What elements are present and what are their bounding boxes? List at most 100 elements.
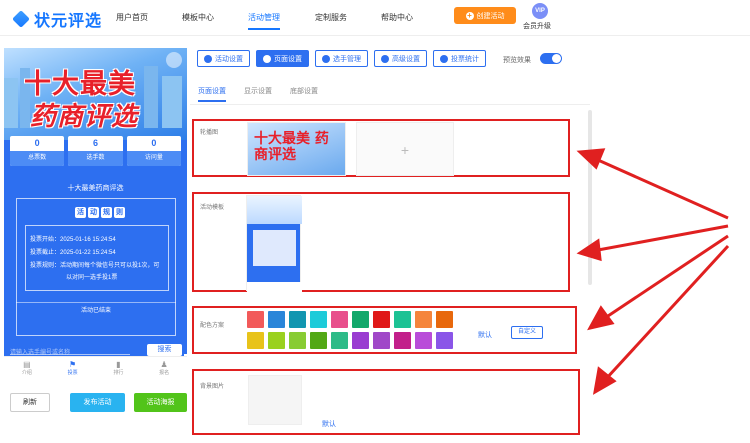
preview-search-bar: 请输入选手编号或名称 搜索 [4,344,184,356]
stats-row: 0 总票数 6 选手数 0 访问量 [10,136,181,166]
rule-vote-start: 投票开始：2025-01-16 15:24:54 [30,237,116,243]
create-activity-label: 创建活动 [476,12,505,20]
background-image-placeholder[interactable] [248,375,302,425]
color-swatch[interactable] [247,311,264,328]
nav-help-center[interactable]: 帮助中心 [381,12,413,23]
tab-label: 投票 [67,370,78,376]
background-image-label: 背景图片 [200,384,225,390]
color-swatch[interactable] [394,311,411,328]
divider [190,104,590,105]
sliders-icon [381,54,389,63]
default-color-link[interactable]: 默认 [478,330,492,340]
color-swatch[interactable] [310,311,327,328]
tab-vote[interactable]: ⚑ 投票 [50,357,96,378]
color-swatch[interactable] [331,311,348,328]
poster-button[interactable]: 活动海报 [134,393,187,412]
rules-heading-char: 动 [88,207,99,218]
bar-chart-icon [440,54,448,63]
template-tabbar [247,282,302,292]
color-scheme-label: 配色方案 [200,323,225,329]
color-swatch[interactable] [331,332,348,349]
rule-vote-rule: 投票规则：活动期间每个微信号只可以投1次，可 [30,263,160,269]
color-swatch[interactable] [289,311,306,328]
color-swatch[interactable] [247,332,264,349]
nav-user-home[interactable]: 用户首页 [116,12,148,23]
color-swatch[interactable] [352,332,369,349]
tab-signup[interactable]: ♟ 报名 [141,357,187,378]
tab-ranking[interactable]: ▮ 排行 [96,357,142,378]
tab-label: 活动设置 [215,55,243,63]
tab-contestant-management[interactable]: 选手管理 [315,50,368,67]
vip-icon[interactable]: VIP [532,3,548,19]
vip-upgrade-label[interactable]: 会员升级 [523,21,551,31]
color-swatch[interactable] [373,332,390,349]
rule-vote-rule-cont: 以对同一选手投1票 [66,275,118,281]
banner-title-line2: 药商评选 [30,102,139,132]
color-swatch[interactable] [352,311,369,328]
subtab-page-settings[interactable]: 页面设置 [198,86,226,96]
nav-custom-service[interactable]: 定制服务 [315,12,347,23]
nav-template-center[interactable]: 模板中心 [182,12,214,23]
background-image-section: 背景图片 默认 [192,369,580,435]
preview-banner: 十大最美 药商评选 [4,48,187,140]
preview-actions: 刷新 发布活动 活动海报 [4,393,187,413]
logo[interactable]: 状元评选 [12,7,102,31]
custom-color-button[interactable]: 自定义 [511,326,543,339]
subtab-active-indicator [198,100,226,102]
color-swatch[interactable] [415,311,432,328]
gear-icon [204,54,212,63]
preview-effect-toggle[interactable] [540,53,562,64]
tab-label: 高级设置 [392,55,420,63]
create-activity-button[interactable]: + 创建活动 [454,7,516,24]
top-navbar: 状元评选 用户首页 模板中心 活动管理 定制服务 帮助中心 + 创建活动 VIP… [0,0,750,36]
carousel-image[interactable]: 十大最美 药商评选 [247,122,346,176]
rule-vote-end: 投票截止：2025-01-22 15:24:54 [30,250,116,256]
tab-label: 介绍 [21,370,32,376]
search-input[interactable]: 请输入选手编号或名称 [10,347,130,356]
color-swatch[interactable] [268,311,285,328]
publish-button[interactable]: 发布活动 [70,393,125,412]
stat-label: 选手数 [68,151,123,166]
template-section: 活动模板 [192,192,570,292]
scrollbar[interactable] [588,110,592,285]
color-swatch[interactable] [436,311,453,328]
stat-value: 0 [151,138,157,148]
nav-active-indicator [248,28,280,30]
search-button[interactable]: 搜索 [147,344,182,356]
tab-intro[interactable]: ▤ 介绍 [4,357,50,378]
template-label: 活动模板 [200,205,225,211]
add-carousel-image-button[interactable]: + [356,122,454,176]
activity-ended-status: 活动已结束 [16,302,176,318]
tab-label: 报名 [159,370,170,376]
color-swatch[interactable] [310,332,327,349]
tab-advanced-settings[interactable]: 高级设置 [374,50,427,67]
refresh-button[interactable]: 刷新 [10,393,50,412]
background-default-link[interactable]: 默认 [322,419,336,429]
bar-chart-icon: ▮ [116,360,121,369]
tab-page-settings[interactable]: 页面设置 [256,50,309,67]
stat-visits: 0 访问量 [126,136,181,166]
tab-vote-statistics[interactable]: 投票统计 [433,50,486,67]
template-thumbnail[interactable] [246,195,302,292]
logo-icon [12,10,30,28]
toggle-knob [552,54,561,63]
color-swatch[interactable] [268,332,285,349]
rules-content: 投票开始：2025-01-16 15:24:54 投票截止：2025-01-22… [25,225,169,291]
tab-label: 页面设置 [274,55,302,63]
subtab-footer-settings[interactable]: 底部设置 [290,86,318,96]
tab-activity-settings[interactable]: 活动设置 [197,50,250,67]
color-swatch[interactable] [289,332,306,349]
tab-label: 选手管理 [333,55,361,63]
nav-activity-management[interactable]: 活动管理 [248,12,280,23]
color-swatch[interactable] [436,332,453,349]
arrow-icon [576,148,730,395]
plus-icon: + [465,10,474,20]
subtab-display-settings[interactable]: 显示设置 [244,86,272,96]
stat-value: 6 [92,138,98,148]
carousel-section: 轮播图 十大最美 药商评选 + [192,119,570,177]
person-icon: ♟ [160,360,168,369]
color-swatch[interactable] [373,311,390,328]
color-swatch[interactable] [394,332,411,349]
color-swatch[interactable] [415,332,432,349]
stat-total-votes: 0 总票数 [10,136,65,166]
